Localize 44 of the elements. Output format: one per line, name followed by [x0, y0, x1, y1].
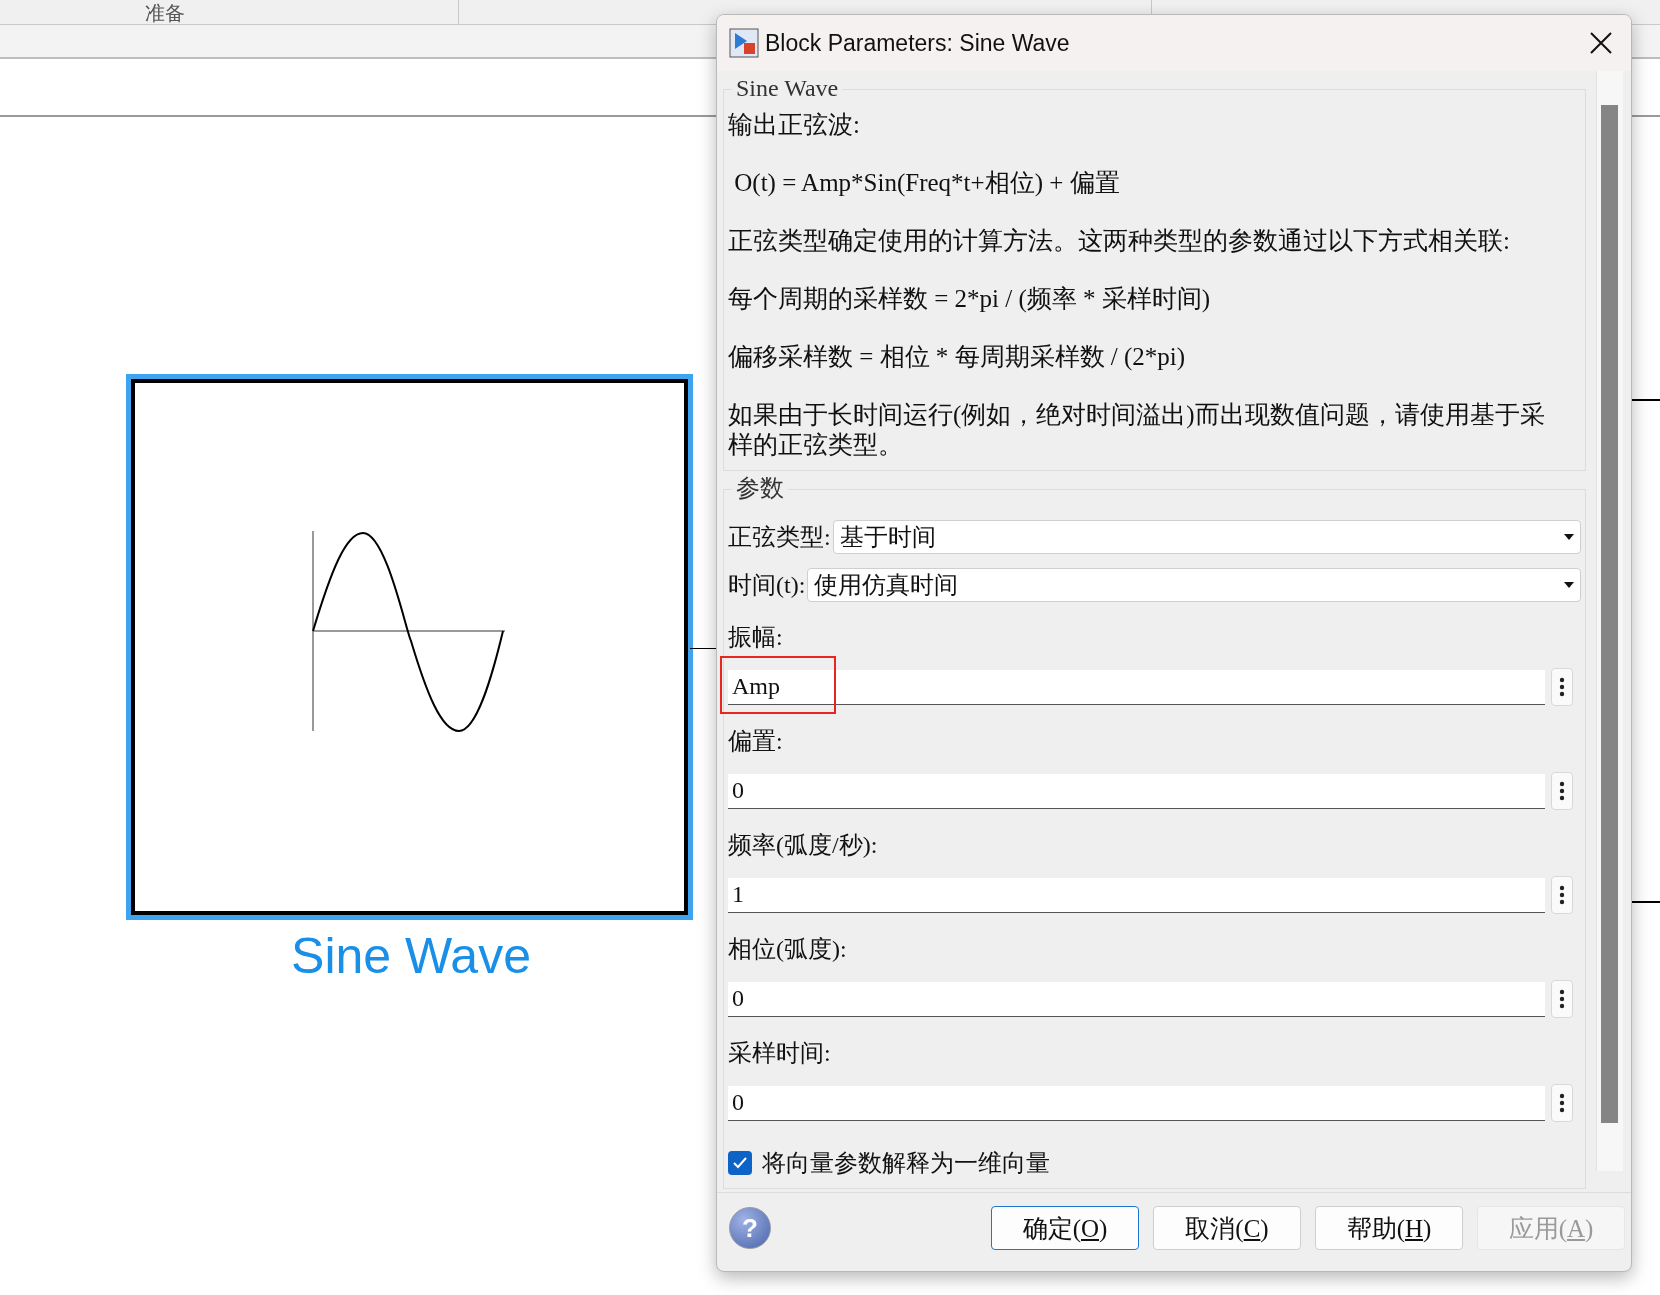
caret-icon [1564, 534, 1574, 540]
more-options-button[interactable] [1551, 668, 1573, 706]
group-title: 参数 [732, 474, 788, 502]
description-text: 偏移采样数 = 相位 * 每周期采样数 / (2*pi) [728, 342, 1187, 372]
input-field[interactable]: Amp [728, 669, 1545, 705]
window-title: Block Parameters: Sine Wave [765, 29, 1071, 57]
field-label: 频率(弧度/秒): [728, 831, 879, 860]
description-text: O(t) = Amp*Sin(Freq*t+相位) + 偏置 [733, 168, 1121, 198]
block-label: Sine Wave [290, 927, 532, 985]
description-text: 如果由于长时间运行(例如，绝对时间溢出)而出现数值问题，请使用基于采样的正弦类型。 [728, 400, 1546, 460]
more-icon [1559, 989, 1565, 1009]
checkbox[interactable] [728, 1151, 752, 1175]
dropdown[interactable]: 使用仿真时间 [807, 568, 1581, 602]
input-field[interactable]: 0 [728, 773, 1545, 809]
more-icon [1559, 677, 1565, 697]
block-app-icon [729, 28, 759, 58]
description-text: 正弦类型确定使用的计算方法。这两种类型的参数通过以下方式相关联: [728, 226, 1511, 256]
checkbox-label: 将向量参数解释为一维向量 [762, 1149, 1050, 1178]
more-icon [1559, 781, 1565, 801]
description-text: 输出正弦波: [728, 110, 861, 140]
input-field[interactable]: 0 [728, 1085, 1545, 1121]
field-label: 时间(t): [728, 571, 806, 600]
more-options-button[interactable] [1551, 876, 1573, 914]
input-field[interactable]: 1 [728, 877, 1545, 913]
dialog-button[interactable]: 帮助(H) [1315, 1206, 1463, 1250]
check-icon [733, 1157, 747, 1169]
field-label: 采样时间: [728, 1039, 832, 1068]
more-icon [1559, 885, 1565, 905]
field-label: 偏置: [728, 727, 784, 756]
field-label: 正弦类型: [728, 523, 831, 552]
close-icon [1589, 31, 1613, 55]
more-options-button[interactable] [1551, 980, 1573, 1018]
input-field[interactable]: 0 [728, 981, 1545, 1017]
more-icon [1559, 1093, 1565, 1113]
more-options-button[interactable] [1551, 772, 1573, 810]
field-label: 相位(弧度): [728, 935, 848, 964]
dropdown[interactable]: 基于时间 [832, 520, 1581, 554]
dialog-button[interactable]: 确定(O) [991, 1206, 1139, 1250]
dialog-button[interactable]: 取消(C) [1153, 1206, 1301, 1250]
caret-icon [1564, 582, 1574, 588]
scrollbar[interactable] [1596, 71, 1623, 1171]
field-label: 振幅: [728, 623, 784, 652]
description-text: 每个周期的采样数 = 2*pi / (频率 * 采样时间) [728, 284, 1212, 314]
more-options-button[interactable] [1551, 1084, 1573, 1122]
